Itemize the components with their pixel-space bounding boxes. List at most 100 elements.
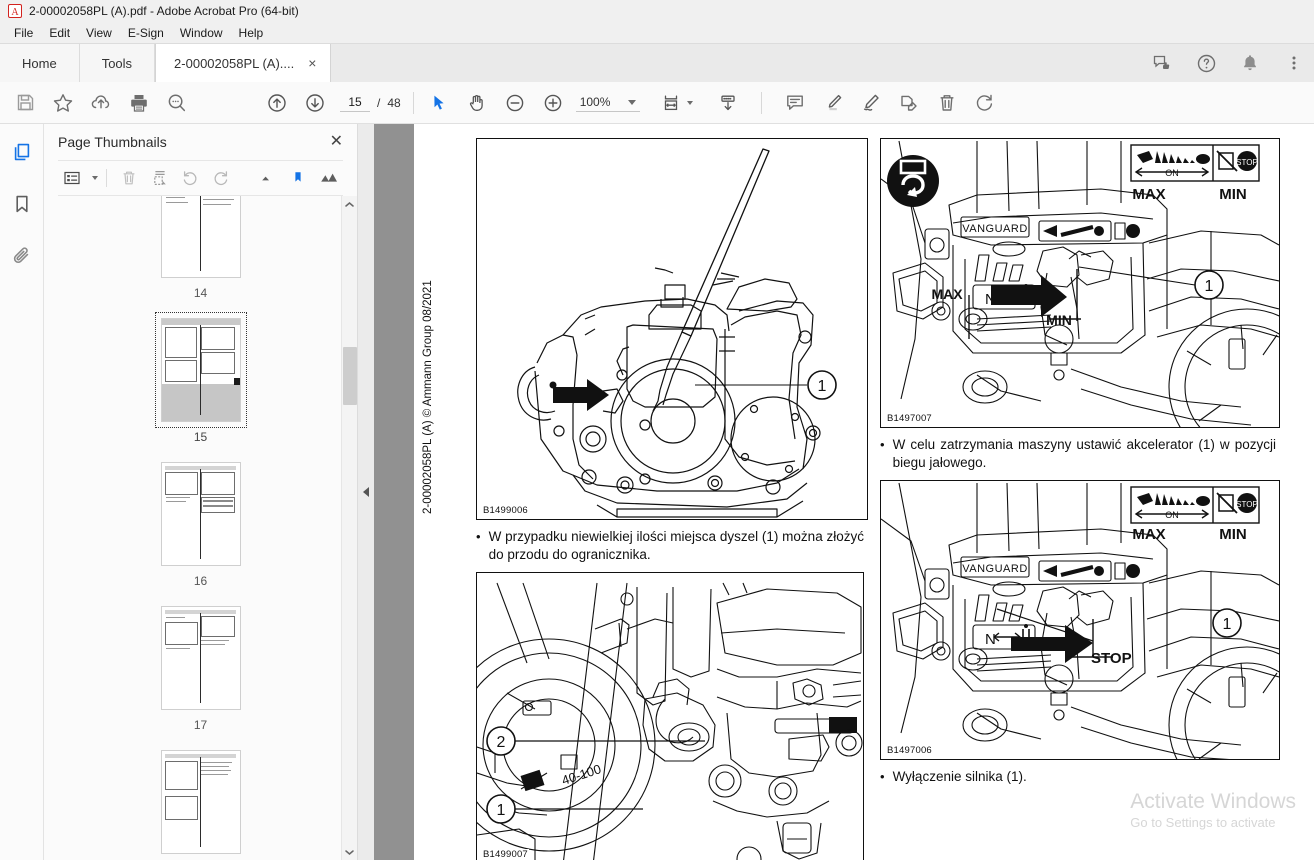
list-item[interactable]: 16	[155, 456, 247, 600]
collapse-panel-button[interactable]	[358, 124, 374, 860]
menu-esign[interactable]: E-Sign	[120, 24, 172, 42]
menu-edit[interactable]: Edit	[41, 24, 78, 42]
add-comment-icon[interactable]	[776, 86, 814, 120]
delete-pages-icon[interactable]	[115, 164, 144, 192]
paragraph-left-1: • W przypadku niewielkiej ilości miejsca…	[476, 528, 864, 564]
menu-view[interactable]: View	[78, 24, 120, 42]
acrobat-window: A 2-00002058PL (A).pdf - Adobe Acrobat P…	[0, 0, 1314, 860]
thumbnail-frame-wrap	[155, 456, 247, 572]
list-item[interactable]: 17	[155, 600, 247, 744]
adobe-acrobat-icon: A	[8, 3, 22, 18]
attachments-icon[interactable]	[8, 242, 36, 270]
thumbnails-scroll-area[interactable]: 14 15 16 17	[44, 196, 357, 860]
hand-tool-icon[interactable]	[458, 86, 496, 120]
main-toolbar: / 48 100%	[0, 82, 1314, 124]
svg-text:MAX: MAX	[1132, 186, 1165, 203]
list-item[interactable]: 14	[155, 196, 247, 312]
default-thumbnail-size-icon[interactable]	[284, 164, 313, 192]
chevron-down-icon[interactable]	[91, 176, 98, 180]
paragraph-right-1: • W celu zatrzymania maszyny ustawić akc…	[880, 436, 1276, 472]
close-icon[interactable]: ✕	[330, 134, 343, 150]
zoom-level-select[interactable]: 100%	[575, 93, 641, 112]
svg-text:1: 1	[818, 378, 827, 395]
zoom-level-value: 100%	[579, 95, 611, 109]
page-number-input[interactable]	[340, 93, 370, 112]
menu-help[interactable]: Help	[231, 24, 272, 42]
menu-bar: File Edit View E-Sign Window Help	[0, 22, 1314, 44]
svg-text:MAX: MAX	[931, 286, 963, 302]
page-side-code: 2-00002058PL (A) © Ammann Group 08/2021	[422, 280, 434, 514]
scroll-down-icon[interactable]	[342, 844, 358, 860]
next-page-icon[interactable]	[296, 86, 334, 120]
figure-code: B1497006	[886, 745, 933, 757]
thumbnails-scrollbar[interactable]	[341, 196, 357, 860]
zoom-out-icon[interactable]	[496, 86, 534, 120]
scrollbar-track[interactable]	[342, 212, 358, 844]
notification-bell-icon[interactable]	[1236, 49, 1264, 77]
thumbnail-page	[160, 606, 241, 710]
scrollbar-thumb[interactable]	[342, 347, 357, 405]
pdf-page[interactable]: 2-00002058PL (A) © Ammann Group 08/2021	[414, 124, 1314, 860]
help-icon[interactable]	[1192, 49, 1220, 77]
page-scroll-icon[interactable]	[709, 86, 747, 120]
rotate-icon[interactable]	[966, 86, 1004, 120]
tab-document-label: 2-00002058PL (A)....	[174, 55, 295, 71]
fit-page-icon[interactable]	[658, 86, 684, 120]
options-list-icon[interactable]	[58, 164, 87, 192]
thumbnail-page	[160, 196, 241, 278]
page-gutter-left	[374, 124, 414, 860]
thumbnail-list: 14 15 16 17	[44, 196, 357, 860]
svg-text:STOP: STOP	[1091, 650, 1132, 667]
rotate-ccw-icon[interactable]	[176, 164, 205, 192]
thumbnail-page	[160, 318, 241, 422]
more-options-icon[interactable]	[1280, 49, 1308, 77]
tab-home[interactable]: Home	[0, 44, 80, 82]
tab-tools[interactable]: Tools	[79, 44, 156, 82]
svg-text:1: 1	[1205, 278, 1214, 295]
paragraph-right-2: • Wyłączenie silnika (1).	[880, 768, 1276, 786]
toolbar-divider	[105, 169, 107, 187]
upload-cloud-icon[interactable]	[82, 86, 120, 120]
menu-file[interactable]: File	[6, 24, 41, 42]
menu-window[interactable]: Window	[172, 24, 231, 42]
thumbnail-frame-wrap	[155, 744, 247, 860]
extract-pages-icon[interactable]	[145, 164, 174, 192]
rotate-cw-icon[interactable]	[207, 164, 236, 192]
delete-icon[interactable]	[928, 86, 966, 120]
tab-home-label: Home	[22, 55, 57, 71]
zoom-in-icon[interactable]	[534, 86, 572, 120]
increase-thumbnail-size-icon[interactable]	[314, 164, 343, 192]
svg-text:A: A	[11, 7, 19, 18]
thumbnail-frame-wrap	[155, 600, 247, 716]
search-text-icon[interactable]	[158, 86, 196, 120]
svg-text:MIN: MIN	[1219, 526, 1247, 543]
save-icon[interactable]	[6, 86, 44, 120]
chevron-left-icon	[363, 487, 369, 497]
figure-illustration: 40-100 2 1	[477, 583, 863, 860]
draw-freehand-icon[interactable]	[852, 86, 890, 120]
close-icon[interactable]: ×	[308, 56, 316, 70]
print-icon[interactable]	[120, 86, 158, 120]
figure-code: B1499007	[482, 849, 529, 860]
tab-document[interactable]: 2-00002058PL (A).... ×	[155, 44, 332, 82]
star-favorite-icon[interactable]	[44, 86, 82, 120]
thumbnail-page-label: 15	[193, 430, 208, 444]
previous-page-icon[interactable]	[258, 86, 296, 120]
decrease-thumbnail-size-icon[interactable]	[253, 164, 282, 192]
list-item[interactable]: 15	[154, 312, 247, 456]
toolbar-divider	[412, 91, 414, 114]
page-thumbnails-icon[interactable]	[8, 138, 36, 166]
title-bar: A 2-00002058PL (A).pdf - Adobe Acrobat P…	[0, 0, 1314, 22]
bookmarks-icon[interactable]	[8, 190, 36, 218]
add-stamp-icon[interactable]	[890, 86, 928, 120]
svg-text:ON: ON	[1165, 510, 1179, 520]
document-viewport[interactable]: 2-00002058PL (A) © Ammann Group 08/2021	[358, 124, 1314, 860]
highlight-text-icon[interactable]	[814, 86, 852, 120]
share-icon[interactable]	[1148, 49, 1176, 77]
select-cursor-icon[interactable]	[420, 86, 458, 120]
svg-text:N: N	[985, 631, 996, 648]
chevron-down-icon[interactable]	[687, 100, 694, 105]
scroll-up-icon[interactable]	[342, 196, 358, 212]
list-item[interactable]: 18	[155, 744, 247, 860]
figure-illustration: VANGUARD N	[881, 483, 1279, 760]
